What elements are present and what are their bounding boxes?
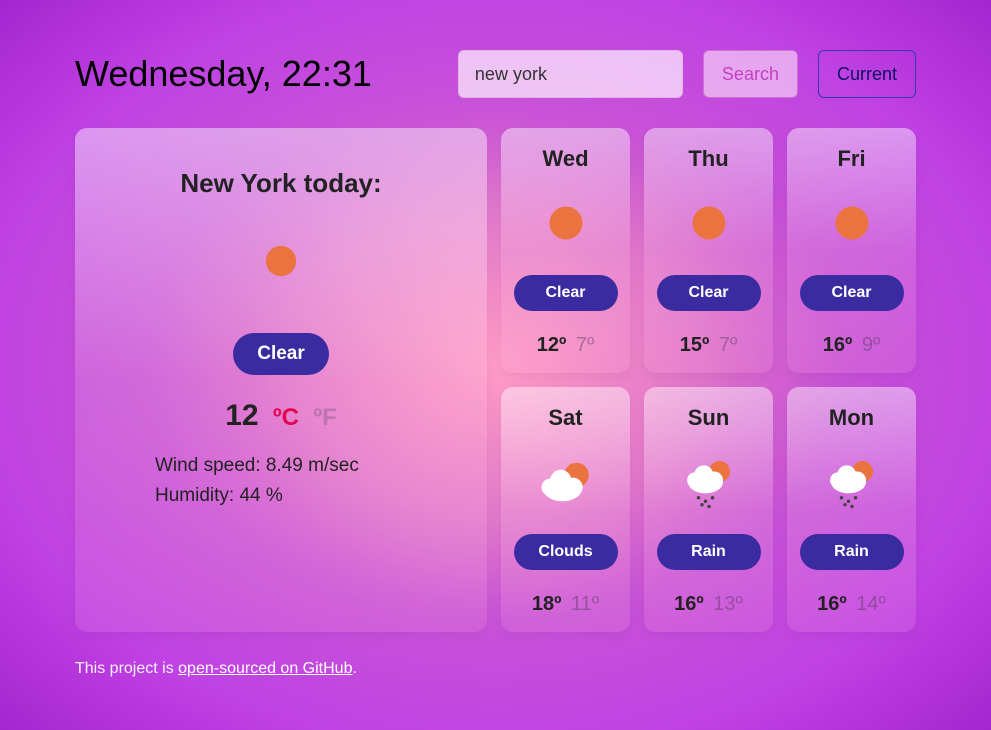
day-name: Sun: [688, 405, 730, 431]
footer-suffix: .: [352, 660, 356, 677]
low-temp: 14º: [856, 593, 886, 615]
condition-badge: Clear: [514, 275, 618, 311]
today-details: Wind speed: 8.49 m/sec Humidity: 44 %: [155, 451, 359, 512]
day-temps: 16º 9º: [823, 334, 881, 357]
day-temps: 18º 11º: [532, 593, 599, 616]
today-condition-badge: Clear: [233, 333, 329, 375]
forecast-card: Thu Clear 15º 7º: [644, 128, 773, 373]
low-temp: 13º: [713, 593, 743, 615]
day-name: Fri: [837, 146, 865, 172]
day-name: Wed: [542, 146, 588, 172]
forecast-card: Sat Clouds 18º 11º: [501, 387, 630, 632]
rain-icon: [824, 454, 880, 510]
github-link[interactable]: open-sourced on GitHub: [178, 660, 352, 677]
search-input[interactable]: [458, 50, 683, 98]
day-temps: 12º 7º: [537, 334, 595, 357]
datetime-display: Wednesday, 22:31: [75, 53, 438, 95]
footer-prefix: This project is: [75, 660, 178, 677]
high-temp: 18º: [532, 593, 562, 615]
low-temp: 9º: [862, 334, 880, 356]
condition-badge: Clear: [800, 275, 904, 311]
footer: This project is open-sourced on GitHub.: [75, 660, 916, 678]
today-title: New York today:: [180, 168, 381, 199]
sun-icon: [259, 239, 303, 283]
sun-icon: [824, 195, 880, 251]
low-temp: 11º: [571, 593, 599, 615]
condition-badge: Rain: [657, 534, 761, 570]
condition-badge: Rain: [800, 534, 904, 570]
high-temp: 16º: [823, 334, 853, 356]
unit-celsius[interactable]: ºC: [273, 404, 299, 431]
low-temp: 7º: [576, 334, 594, 356]
today-temperature: 12 ºC ºF: [225, 399, 337, 433]
forecast-card: Mon Rain 16º 14º: [787, 387, 916, 632]
forecast-card: Fri Clear 16º 9º: [787, 128, 916, 373]
today-temp-value: 12: [225, 399, 258, 432]
search-button[interactable]: Search: [703, 50, 798, 98]
day-name: Thu: [688, 146, 728, 172]
high-temp: 15º: [680, 334, 710, 356]
high-temp: 16º: [674, 593, 704, 615]
high-temp: 12º: [537, 334, 567, 356]
cloud-sun-icon: [538, 454, 594, 510]
humidity: Humidity: 44 %: [155, 481, 359, 511]
high-temp: 16º: [817, 593, 847, 615]
forecast-card: Wed Clear 12º 7º: [501, 128, 630, 373]
sun-icon: [538, 195, 594, 251]
current-location-button[interactable]: Current: [818, 50, 916, 98]
day-temps: 16º 14º: [817, 593, 886, 616]
day-name: Sat: [548, 405, 582, 431]
sun-icon: [681, 195, 737, 251]
day-temps: 16º 13º: [674, 593, 743, 616]
today-card: New York today: Clear 12 ºC ºF Wind spee…: [75, 128, 487, 632]
wind-speed: Wind speed: 8.49 m/sec: [155, 451, 359, 481]
condition-badge: Clouds: [514, 534, 618, 570]
day-name: Mon: [829, 405, 874, 431]
rain-icon: [681, 454, 737, 510]
topbar: Wednesday, 22:31 Search Current: [75, 50, 916, 98]
condition-badge: Clear: [657, 275, 761, 311]
low-temp: 7º: [719, 334, 737, 356]
forecast-card: Sun Rain 16º 13º: [644, 387, 773, 632]
unit-fahrenheit[interactable]: ºF: [313, 404, 336, 431]
day-temps: 15º 7º: [680, 334, 738, 357]
